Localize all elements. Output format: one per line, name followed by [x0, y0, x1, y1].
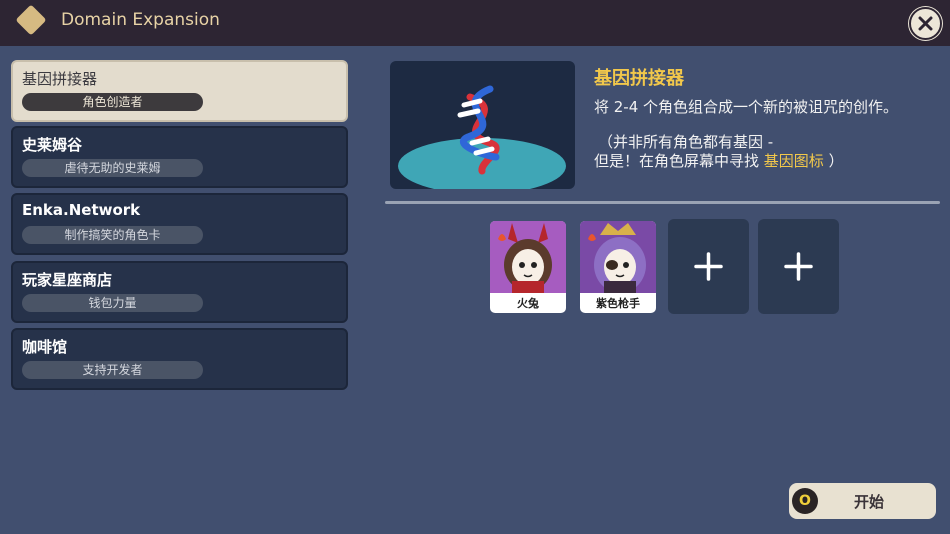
menu-item-title: Enka.Network [22, 201, 141, 219]
menu-item-slime-valley[interactable]: 史莱姆谷 虐待无助的史莱姆 [11, 126, 348, 188]
detail-description: 将 2-4 个角色组合成一个新的被诅咒的创作。 [594, 98, 899, 116]
menu-item-title: 玩家星座商店 [22, 271, 113, 289]
close-icon [918, 16, 933, 31]
diamond-icon [15, 4, 47, 36]
close-button[interactable] [909, 7, 942, 40]
window-title: Domain Expansion [61, 10, 220, 30]
menu-item-subtitle: 钱包力量 [22, 294, 203, 312]
gene-icon-link: 基因图标 [763, 152, 824, 170]
menu-item-subtitle: 支持开发者 [22, 361, 203, 379]
character-name: 紫色枪手 [596, 297, 640, 310]
character-portrait [490, 221, 566, 293]
divider [385, 201, 940, 204]
menu-item-title: 咖啡馆 [22, 338, 68, 356]
menu-item-title: 史莱姆谷 [22, 136, 83, 154]
menu-item-enka-network[interactable]: Enka.Network 制作搞笑的角色卡 [11, 193, 348, 255]
note-line-2-prefix: 但是！在角色屏幕中寻找 [594, 152, 764, 170]
character-slot-2[interactable]: 紫色枪手 [580, 221, 656, 313]
character-slot-1[interactable]: 火兔 [490, 221, 566, 313]
character-name: 火兔 [517, 297, 539, 310]
detail-note: （并非所有角色都有基因 - 但是！在角色屏幕中寻找 基因图标 ） [594, 133, 844, 171]
key-hint-icon: O [792, 488, 818, 514]
plus-icon [694, 252, 723, 281]
menu-item-title: 基因拼接器 [22, 70, 98, 88]
start-button-label: 开始 [853, 493, 884, 511]
menu-item-subtitle: 角色创造者 [22, 93, 203, 111]
menu-item-cafe[interactable]: 咖啡馆 支持开发者 [11, 328, 348, 390]
start-button[interactable]: O 开始 [789, 483, 936, 519]
title-bar: Domain Expansion [0, 0, 950, 46]
menu-item-constellation-shop[interactable]: 玩家星座商店 钱包力量 [11, 261, 348, 323]
detail-title: 基因拼接器 [594, 68, 684, 89]
dna-icon [398, 85, 566, 189]
plus-icon [784, 252, 813, 281]
character-portrait [580, 221, 656, 293]
menu-item-gene-splicer[interactable]: 基因拼接器 角色创造者 [11, 60, 348, 122]
empty-slot-3[interactable] [668, 219, 749, 314]
menu-item-subtitle: 虐待无助的史莱姆 [22, 159, 203, 177]
note-line-1: （并非所有角色都有基因 - [598, 133, 774, 151]
empty-slot-4[interactable] [758, 219, 839, 314]
note-line-2-suffix: ） [823, 152, 844, 170]
menu-item-subtitle: 制作搞笑的角色卡 [22, 226, 203, 244]
dna-illustration [390, 61, 575, 189]
